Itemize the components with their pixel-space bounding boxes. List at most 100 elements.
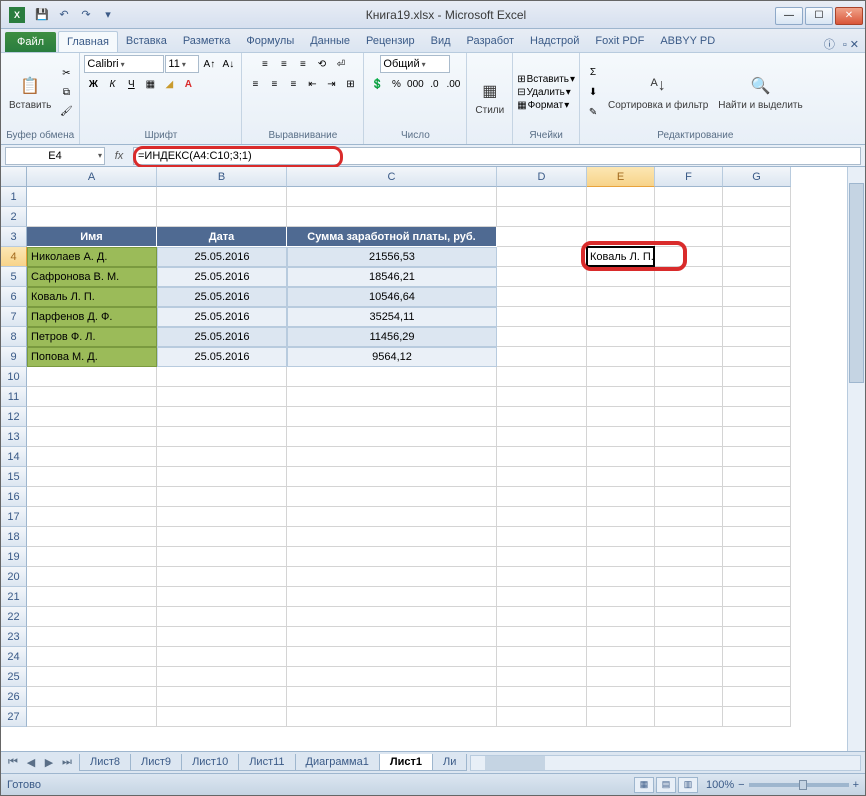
row-header-4[interactable]: 4	[1, 247, 27, 267]
cell-G9[interactable]	[723, 347, 791, 367]
cell-C6[interactable]: 10546,64	[287, 287, 497, 307]
increase-font-button[interactable]: A↑	[200, 55, 218, 73]
cell-B20[interactable]	[157, 567, 287, 587]
cell-G22[interactable]	[723, 607, 791, 627]
cell-D3[interactable]	[497, 227, 587, 247]
row-header-19[interactable]: 19	[1, 547, 27, 567]
cell-D10[interactable]	[497, 367, 587, 387]
cut-button[interactable]: ✂	[57, 64, 75, 82]
row-header-5[interactable]: 5	[1, 267, 27, 287]
cell-D27[interactable]	[497, 707, 587, 727]
minimize-button[interactable]: —	[775, 7, 803, 25]
formula-input[interactable]: =ИНДЕКС(A4:C10;3;1)	[133, 147, 861, 165]
cell-G13[interactable]	[723, 427, 791, 447]
autosum-button[interactable]: Σ	[584, 63, 602, 81]
cell-A17[interactable]	[27, 507, 157, 527]
cell-D9[interactable]	[497, 347, 587, 367]
fill-color-button[interactable]: ◢	[160, 75, 178, 93]
cell-F7[interactable]	[655, 307, 723, 327]
cell-D11[interactable]	[497, 387, 587, 407]
cell-E22[interactable]	[587, 607, 655, 627]
ribbon-tab-вид[interactable]: Вид	[423, 31, 459, 52]
cell-B9[interactable]: 25.05.2016	[157, 347, 287, 367]
cell-G2[interactable]	[723, 207, 791, 227]
comma-button[interactable]: 000	[406, 75, 424, 93]
cell-E18[interactable]	[587, 527, 655, 547]
cell-B22[interactable]	[157, 607, 287, 627]
cell-C22[interactable]	[287, 607, 497, 627]
row-header-15[interactable]: 15	[1, 467, 27, 487]
cell-D25[interactable]	[497, 667, 587, 687]
cell-G26[interactable]	[723, 687, 791, 707]
insert-cells-button[interactable]: ⊞ Вставить ▾	[517, 74, 575, 85]
cell-G23[interactable]	[723, 627, 791, 647]
cell-G20[interactable]	[723, 567, 791, 587]
cell-D21[interactable]	[497, 587, 587, 607]
cell-G7[interactable]	[723, 307, 791, 327]
sheet-tab-partial[interactable]: Ли	[432, 754, 467, 771]
fill-button[interactable]: ⬇	[584, 83, 602, 101]
cell-D2[interactable]	[497, 207, 587, 227]
vscroll-thumb[interactable]	[849, 183, 864, 383]
cell-D20[interactable]	[497, 567, 587, 587]
cell-D6[interactable]	[497, 287, 587, 307]
wrap-text-button[interactable]: ⏎	[332, 55, 350, 73]
cell-B25[interactable]	[157, 667, 287, 687]
cell-D26[interactable]	[497, 687, 587, 707]
cell-G6[interactable]	[723, 287, 791, 307]
cell-G4[interactable]	[723, 247, 791, 267]
row-header-13[interactable]: 13	[1, 427, 27, 447]
cell-G1[interactable]	[723, 187, 791, 207]
column-header-C[interactable]: C	[287, 167, 497, 187]
ribbon-tab-формулы[interactable]: Формулы	[238, 31, 302, 52]
cell-B14[interactable]	[157, 447, 287, 467]
cell-D17[interactable]	[497, 507, 587, 527]
cell-E23[interactable]	[587, 627, 655, 647]
align-middle-button[interactable]: ≡	[275, 55, 293, 73]
cell-F20[interactable]	[655, 567, 723, 587]
decrease-indent-button[interactable]: ⇤	[303, 75, 321, 93]
cell-A27[interactable]	[27, 707, 157, 727]
row-header-21[interactable]: 21	[1, 587, 27, 607]
cell-E9[interactable]	[587, 347, 655, 367]
save-button[interactable]: 💾	[33, 6, 51, 24]
currency-button[interactable]: 💲	[368, 75, 386, 93]
page-layout-view-button[interactable]: ▤	[656, 777, 676, 793]
cell-E21[interactable]	[587, 587, 655, 607]
cell-E4[interactable]: Коваль Л. П.	[587, 247, 655, 267]
cell-B10[interactable]	[157, 367, 287, 387]
cell-C15[interactable]	[287, 467, 497, 487]
column-header-A[interactable]: A	[27, 167, 157, 187]
close-button[interactable]: ✕	[835, 7, 863, 25]
cell-G21[interactable]	[723, 587, 791, 607]
cell-G8[interactable]	[723, 327, 791, 347]
row-header-20[interactable]: 20	[1, 567, 27, 587]
clear-button[interactable]: ✎	[584, 103, 602, 121]
cell-C16[interactable]	[287, 487, 497, 507]
cell-E8[interactable]	[587, 327, 655, 347]
cell-C27[interactable]	[287, 707, 497, 727]
align-center-button[interactable]: ≡	[265, 75, 283, 93]
cell-A16[interactable]	[27, 487, 157, 507]
cell-D14[interactable]	[497, 447, 587, 467]
cell-B16[interactable]	[157, 487, 287, 507]
cell-D7[interactable]	[497, 307, 587, 327]
ribbon-tab-надстрой[interactable]: Надстрой	[522, 31, 587, 52]
find-select-button[interactable]: 🔍 Найти и выделить	[714, 72, 806, 113]
cell-B17[interactable]	[157, 507, 287, 527]
cell-G11[interactable]	[723, 387, 791, 407]
cell-B18[interactable]	[157, 527, 287, 547]
cell-A10[interactable]	[27, 367, 157, 387]
cell-C21[interactable]	[287, 587, 497, 607]
border-button[interactable]: ▦	[141, 75, 159, 93]
cell-F19[interactable]	[655, 547, 723, 567]
column-header-D[interactable]: D	[497, 167, 587, 187]
paste-button[interactable]: 📋 Вставить	[5, 72, 55, 113]
cell-B11[interactable]	[157, 387, 287, 407]
cell-B13[interactable]	[157, 427, 287, 447]
zoom-out-button[interactable]: −	[738, 779, 744, 791]
cell-A19[interactable]	[27, 547, 157, 567]
cell-F21[interactable]	[655, 587, 723, 607]
cell-D18[interactable]	[497, 527, 587, 547]
cell-F10[interactable]	[655, 367, 723, 387]
